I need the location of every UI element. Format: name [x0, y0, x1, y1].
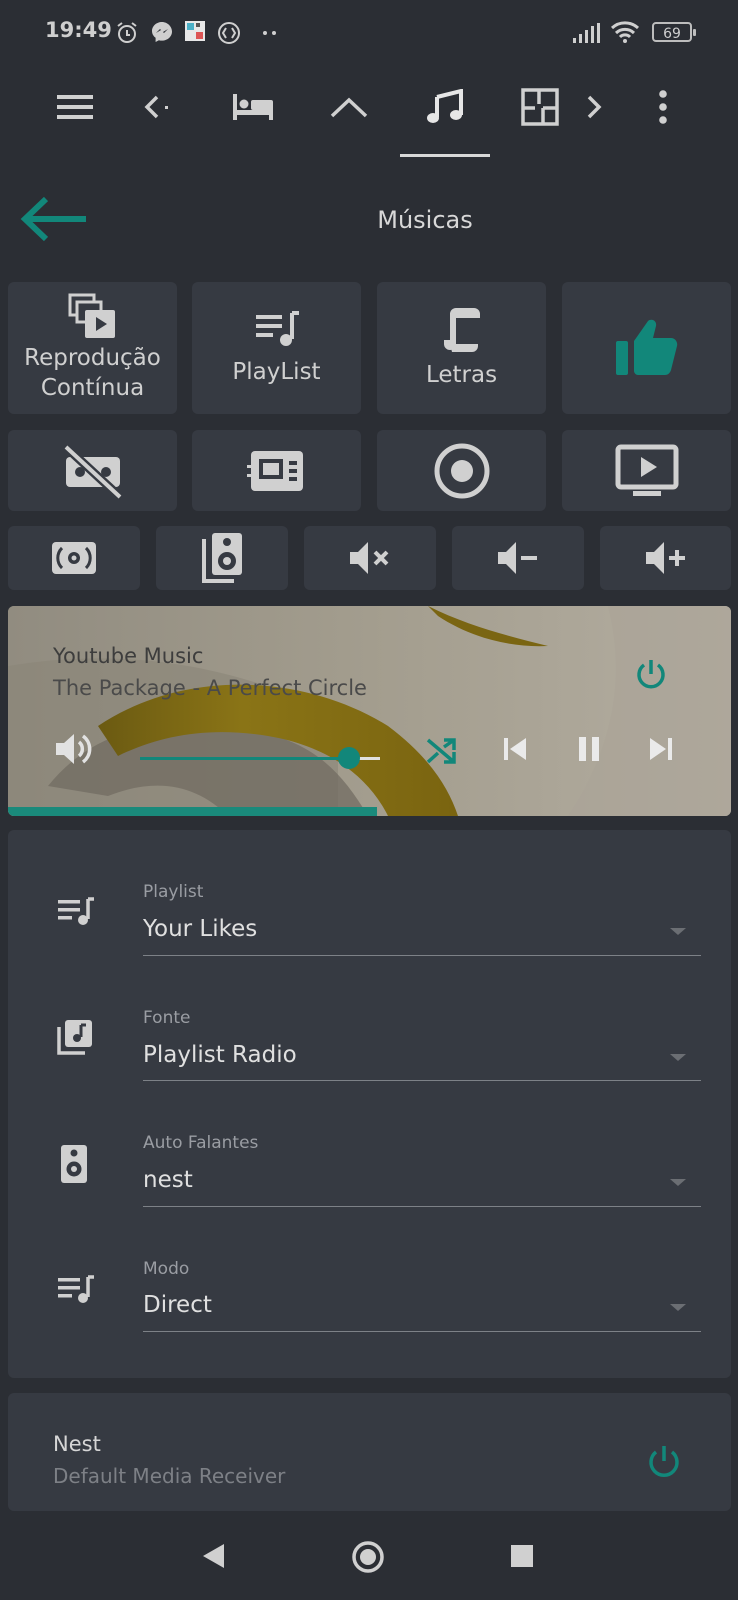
- mute-button[interactable]: [304, 526, 436, 590]
- radio-button-icon: [434, 443, 489, 498]
- next-track-icon[interactable]: [646, 734, 676, 764]
- bed-icon: [233, 94, 273, 120]
- tab-roof[interactable]: [323, 82, 375, 132]
- source-select-value[interactable]: Playlist Radio: [143, 1042, 297, 1068]
- volume-down-button[interactable]: [452, 526, 584, 590]
- pause-icon[interactable]: [574, 734, 604, 764]
- dropdown-arrow-icon[interactable]: [670, 1179, 686, 1186]
- active-tab-indicator: [400, 154, 490, 157]
- home-nav-icon[interactable]: [351, 1540, 385, 1574]
- floorplan-icon: [521, 88, 559, 126]
- volume-mute-icon: [350, 542, 389, 574]
- dropdown-arrow-icon[interactable]: [670, 928, 686, 935]
- memory-board-icon: [246, 450, 303, 491]
- dropdown-arrow-icon[interactable]: [670, 1054, 686, 1061]
- cassette-off-icon: [62, 443, 123, 500]
- device-name: Nest: [53, 1432, 101, 1456]
- field-underline: [143, 1206, 701, 1207]
- source-field-label: Fonte: [143, 1008, 191, 1028]
- field-underline: [143, 1080, 701, 1081]
- playback-progress-bar: [8, 807, 377, 816]
- playlist-button[interactable]: PlayList: [192, 282, 361, 414]
- field-underline: [143, 955, 701, 956]
- wifi-icon: [610, 21, 640, 43]
- shazam-icon: [218, 22, 240, 44]
- playlist-select-value[interactable]: Your Likes: [143, 916, 257, 942]
- more-notifications-icon: [263, 31, 276, 35]
- music-library-icon: [57, 1020, 92, 1055]
- player-source: Youtube Music: [53, 644, 204, 668]
- mode-select-value[interactable]: Direct: [143, 1292, 212, 1318]
- menu-icon[interactable]: [50, 82, 100, 132]
- volume-up-button[interactable]: [600, 526, 731, 590]
- lyrics-icon: [443, 308, 480, 352]
- player-power-icon[interactable]: [632, 656, 670, 694]
- overflow-menu-icon[interactable]: [638, 82, 688, 132]
- alarm-icon: [117, 22, 137, 43]
- speaker-icon: [202, 533, 242, 583]
- chip-button[interactable]: [192, 430, 361, 511]
- lyrics-button[interactable]: Letras: [377, 282, 546, 414]
- thumbs-up-icon: [615, 319, 677, 375]
- device-card[interactable]: [8, 1393, 731, 1511]
- media-settings-card: [8, 830, 731, 1378]
- surround-sound-icon: [52, 542, 96, 574]
- tab-floorplan[interactable]: [515, 82, 565, 132]
- surround-button[interactable]: [8, 526, 140, 590]
- roof-icon: [330, 97, 368, 118]
- player-track-title: The Package - A Perfect Circle: [53, 676, 367, 700]
- app-grid-icon: [185, 21, 205, 41]
- volume-down-icon: [498, 542, 537, 574]
- speaker-icon: [61, 1145, 87, 1183]
- tile-label: PlayList: [232, 359, 321, 385]
- battery-indicator: 69: [652, 22, 696, 42]
- repeat-playback-icon: [68, 293, 115, 338]
- dropdown-arrow-icon[interactable]: [670, 1304, 686, 1311]
- playlist-icon: [58, 897, 94, 925]
- recents-nav-icon[interactable]: [510, 1544, 534, 1568]
- nav-scroll-left-icon[interactable]: [128, 82, 178, 132]
- speakers-field-label: Auto Falantes: [143, 1133, 259, 1153]
- field-underline: [143, 1331, 701, 1332]
- tile-label: Reprodução: [24, 345, 161, 371]
- media-player-card: Youtube Music The Package - A Perfect Ci…: [8, 606, 731, 816]
- playlist-mode-icon: [58, 1275, 94, 1303]
- volume-up-icon: [645, 542, 685, 574]
- volume-slider-thumb[interactable]: [337, 747, 360, 769]
- tile-label: Contínua: [40, 375, 145, 401]
- album-art-background: [8, 606, 731, 816]
- signal-icon: [573, 23, 600, 43]
- playlist-icon: [255, 311, 299, 346]
- music-note-icon: [427, 89, 463, 123]
- messenger-icon: [152, 22, 172, 42]
- speaker-button[interactable]: [156, 526, 288, 590]
- record-button[interactable]: [377, 430, 546, 511]
- status-bar: 19:49 69: [0, 0, 738, 66]
- tile-label: Letras: [425, 362, 498, 388]
- continuous-playback-button[interactable]: Reprodução Contínua: [8, 282, 177, 414]
- tape-off-button[interactable]: [8, 430, 177, 511]
- device-subtitle: Default Media Receiver: [53, 1464, 286, 1488]
- volume-icon[interactable]: [54, 730, 94, 768]
- shuffle-icon[interactable]: [424, 732, 460, 768]
- status-time: 19:49: [45, 18, 112, 42]
- system-navigation-bar: [0, 1500, 738, 1600]
- previous-track-icon[interactable]: [500, 734, 530, 764]
- speakers-select-value[interactable]: nest: [143, 1167, 193, 1193]
- back-nav-icon[interactable]: [200, 1542, 226, 1570]
- volume-slider[interactable]: [140, 746, 380, 776]
- tab-bedroom[interactable]: [228, 82, 278, 132]
- playlist-field-label: Playlist: [143, 882, 204, 902]
- device-power-icon[interactable]: [644, 1442, 684, 1482]
- tab-music[interactable]: [420, 82, 470, 132]
- tv-play-button[interactable]: [562, 430, 731, 511]
- tv-play-icon: [615, 444, 678, 496]
- like-button[interactable]: [562, 282, 731, 414]
- page-title: Músicas: [377, 206, 473, 234]
- mode-field-label: Modo: [143, 1259, 190, 1279]
- nav-scroll-right-icon[interactable]: [572, 82, 616, 132]
